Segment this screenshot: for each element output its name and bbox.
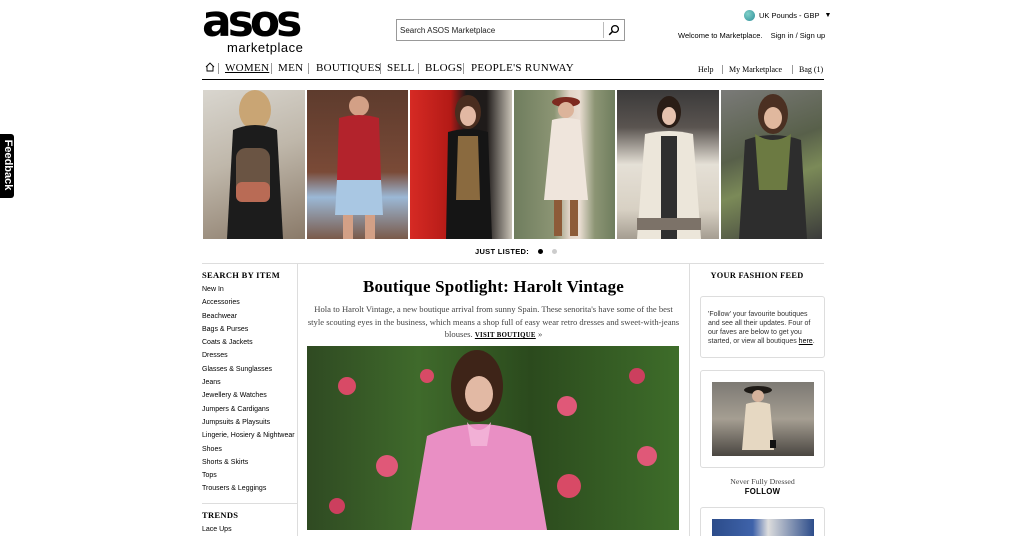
nav-item-blogs[interactable]: BLOGS	[425, 62, 463, 74]
category-link[interactable]: Accessories	[202, 296, 297, 309]
nav-separator	[418, 63, 419, 74]
nav-item-boutiques[interactable]: BOUTIQUES	[316, 62, 381, 74]
sidebar-divider	[202, 502, 298, 504]
category-sidebar: SEARCH BY ITEM New In Accessories Beachw…	[202, 264, 298, 536]
model-photo	[543, 97, 588, 236]
boutique-card[interactable]	[700, 370, 825, 468]
boutique-thumbnail	[712, 519, 814, 536]
just-listed-carousel	[203, 90, 822, 239]
category-list: New In Accessories Beachwear Bags & Purs…	[202, 283, 297, 496]
category-link[interactable]: Lingerie, Hosiery & Nightwear	[202, 429, 297, 442]
category-link[interactable]: Jumpers & Cardigans	[202, 403, 297, 416]
model-photo	[738, 94, 807, 239]
nav-separator	[380, 63, 381, 74]
category-link[interactable]: Coats & Jackets	[202, 336, 297, 349]
search-divider	[603, 22, 604, 38]
category-link[interactable]: New In	[202, 283, 297, 296]
currency-selector[interactable]: UK Pounds - GBP ▼	[744, 9, 831, 21]
view-all-boutiques-link[interactable]: here	[799, 338, 813, 345]
carousel-photo[interactable]	[720, 90, 822, 239]
nav-item-sell[interactable]: SELL	[387, 62, 414, 74]
feedback-tab-label: Feedback	[2, 139, 14, 191]
category-link[interactable]: Tops	[202, 469, 297, 482]
trend-link[interactable]: Lace Ups	[202, 523, 297, 536]
nav-separator	[722, 65, 723, 74]
carousel-dot-active[interactable]	[538, 249, 544, 254]
feed-intro-box: 'Follow' your favourite boutiques and se…	[700, 296, 825, 358]
feed-intro-end: .	[812, 338, 815, 345]
logo-subtitle: marketplace	[227, 40, 304, 55]
category-link[interactable]: Shorts & Skirts	[202, 456, 297, 469]
bag-label: Bag	[799, 65, 812, 74]
nav-item-women[interactable]: WOMEN	[225, 62, 269, 74]
nav-item-men[interactable]: MEN	[278, 62, 303, 74]
trends-heading: TRENDS	[202, 509, 239, 520]
boutique-card[interactable]	[700, 507, 825, 536]
carousel-photo[interactable]	[513, 90, 615, 239]
boutique-thumbnail	[712, 382, 814, 456]
asos-marketplace-logo[interactable]: asos marketplace	[202, 0, 304, 55]
nav-separator	[218, 63, 219, 74]
model-photo	[334, 96, 383, 239]
spotlight-hero-image[interactable]	[307, 346, 679, 530]
welcome-bar: Welcome to Marketplace. Sign in / Sign u…	[678, 31, 825, 40]
logo-wordmark: asos	[202, 0, 302, 47]
category-link[interactable]: Jewellery & Watches	[202, 389, 297, 402]
home-icon[interactable]	[205, 62, 215, 72]
carousel-photo[interactable]	[617, 90, 719, 239]
fashion-feed: YOUR FASHION FEED 'Follow' your favourit…	[689, 264, 825, 536]
boutique-photo	[742, 386, 776, 450]
boutique-spotlight: Boutique Spotlight: Harolt Vintage Hola …	[299, 264, 688, 536]
model-photo	[227, 90, 283, 239]
nav-separator	[463, 63, 464, 74]
feed-heading: YOUR FASHION FEED	[710, 271, 804, 280]
follow-button[interactable]: FOLLOW	[700, 487, 825, 496]
carousel-photo[interactable]	[203, 90, 305, 239]
caret-down-icon: ▼	[824, 11, 832, 19]
carousel-dot[interactable]	[552, 249, 558, 254]
main-nav: WOMEN MEN BOUTIQUES SELL BLOGS PEOPLE'S …	[202, 60, 824, 80]
sidebar-heading: SEARCH BY ITEM	[202, 270, 281, 280]
globe-icon	[744, 9, 755, 21]
category-link[interactable]: Shoes	[202, 443, 297, 456]
bag-count: (1)	[813, 65, 824, 74]
help-link[interactable]: Help	[698, 65, 714, 74]
feed-intro-text: 'Follow' your favourite boutiques and se…	[708, 311, 811, 345]
category-link[interactable]: Trousers & Leggings	[202, 482, 297, 495]
article-description: Hola to Harolt Vintage, a new boutique a…	[307, 303, 680, 343]
category-link[interactable]: Beachwear	[202, 310, 297, 323]
visit-arrow: »	[537, 329, 543, 339]
carousel-indicator: JUST LISTED:	[475, 247, 558, 256]
nav-separator	[308, 63, 309, 74]
category-link[interactable]: Bags & Purses	[202, 323, 297, 336]
nav-separator	[271, 63, 272, 74]
currency-label: UK Pounds - GBP	[759, 10, 820, 20]
category-link[interactable]: Jumpsuits & Playsuits	[202, 416, 297, 429]
category-link[interactable]: Glasses & Sunglasses	[202, 363, 297, 376]
category-link[interactable]: Dresses	[202, 349, 297, 362]
feedback-tab[interactable]: Feedback	[0, 134, 14, 198]
nav-item-peoples-runway[interactable]: PEOPLE'S RUNWAY	[471, 62, 574, 74]
category-link[interactable]: Jeans	[202, 376, 297, 389]
carousel-photo[interactable]	[306, 90, 408, 239]
visit-boutique-link[interactable]: VISIT BOUTIQUE	[475, 332, 536, 339]
my-marketplace-link[interactable]: My Marketplace	[729, 65, 782, 74]
model-photo	[446, 95, 492, 239]
nav-separator	[792, 65, 793, 74]
search-box	[396, 19, 625, 41]
carousel-photo[interactable]	[410, 90, 512, 239]
just-listed-label: JUST LISTED:	[475, 247, 530, 256]
boutique-name[interactable]: Never Fully Dressed	[700, 477, 825, 486]
model-photo	[637, 96, 701, 239]
sign-in-link[interactable]: Sign in / Sign up	[771, 31, 826, 40]
search-icon[interactable]	[608, 24, 620, 36]
hero-photo	[329, 350, 657, 530]
bag-link[interactable]: Bag (1)	[799, 65, 823, 74]
trends-list: Lace Ups	[202, 523, 297, 536]
search-input[interactable]	[400, 23, 600, 37]
article-title: Boutique Spotlight: Harolt Vintage	[362, 277, 625, 296]
welcome-text: Welcome to Marketplace.	[678, 31, 763, 40]
